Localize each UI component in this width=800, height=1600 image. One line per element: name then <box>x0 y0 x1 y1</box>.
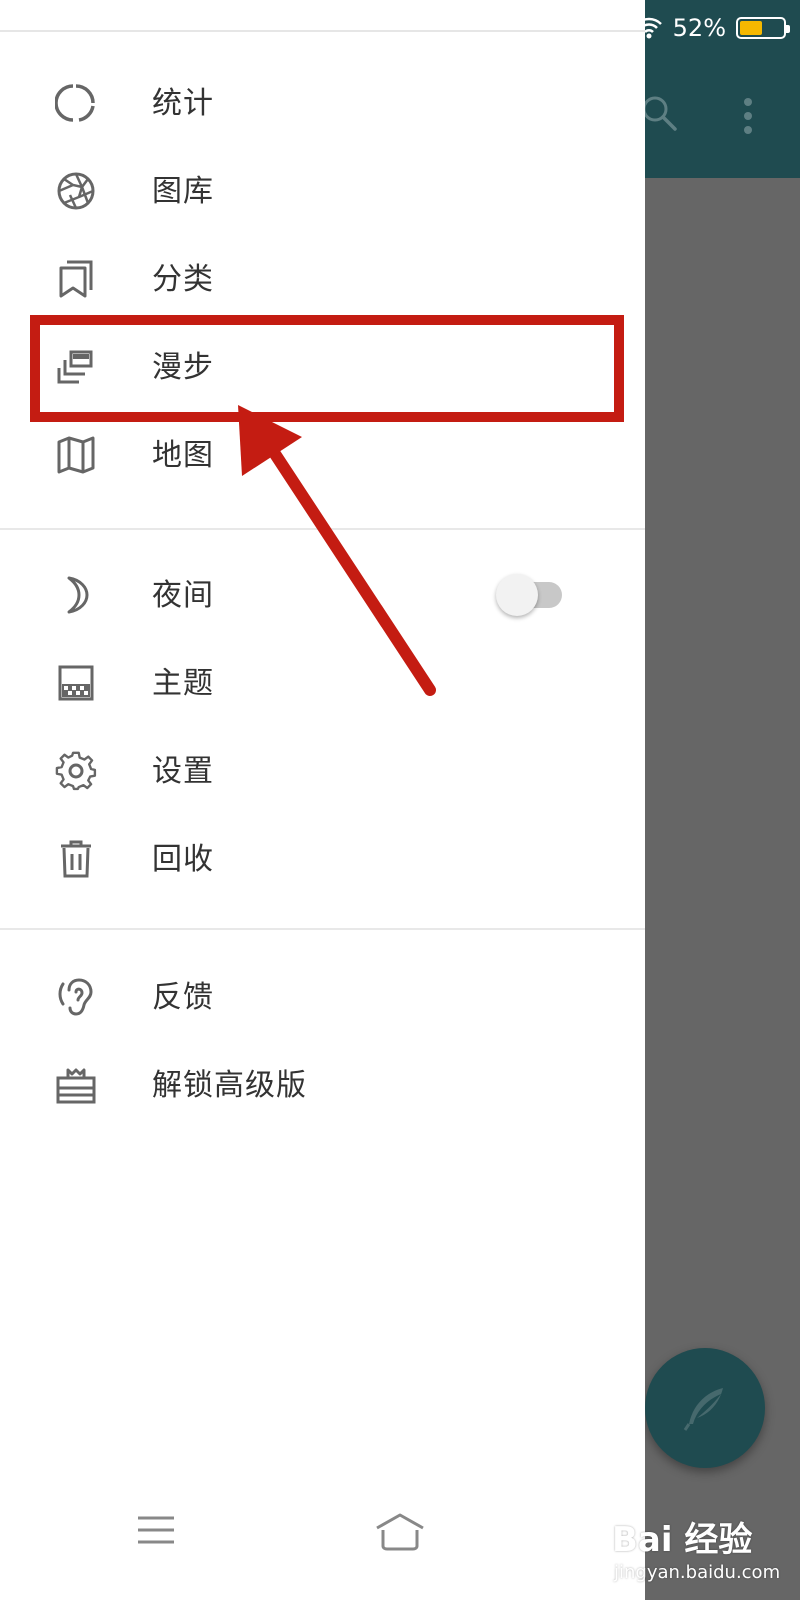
watermark-logo: Bai 经验 <box>612 1520 753 1560</box>
baidu-jingyan-watermark: Bai 经验 jingyan.baidu.com <box>612 1512 796 1594</box>
watermark-url: jingyan.baidu.com <box>614 1562 781 1583</box>
annotation-arrow <box>238 405 436 696</box>
